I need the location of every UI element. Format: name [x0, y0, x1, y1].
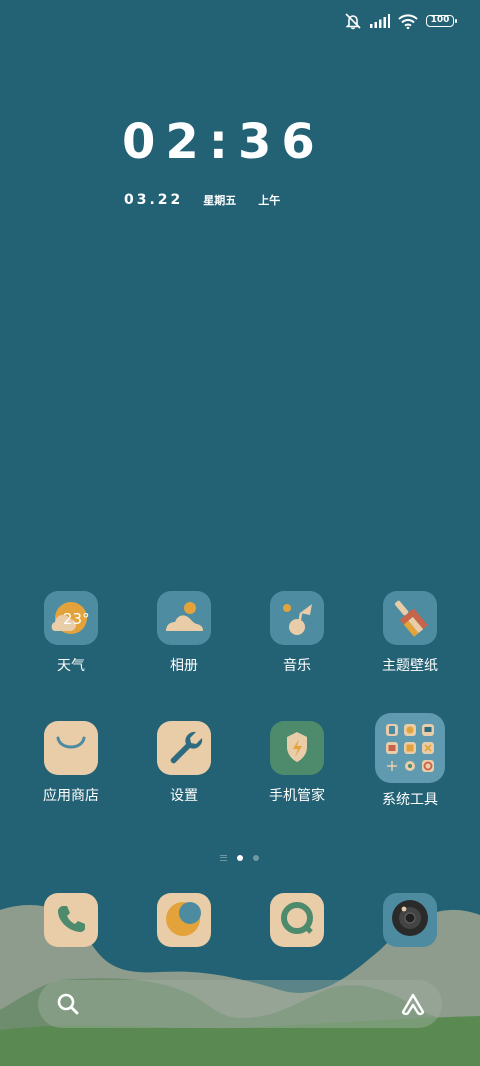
app-settings[interactable]: 设置: [139, 721, 229, 805]
gallery-icon: [157, 591, 211, 645]
app-label: 主题壁纸: [382, 658, 438, 674]
app-music[interactable]: 音乐: [252, 591, 342, 675]
app-label: 相册: [170, 658, 198, 674]
clock-ampm: 上午: [258, 194, 281, 207]
dock-camera[interactable]: [383, 893, 437, 947]
folder-icon: [375, 713, 445, 783]
page-indicator[interactable]: [220, 855, 259, 861]
app-label: 系统工具: [382, 792, 438, 808]
weather-icon: 23°: [44, 591, 98, 645]
signal-icon: [370, 14, 390, 28]
app-label: 天气: [57, 658, 85, 674]
feed-page-icon[interactable]: [220, 855, 227, 861]
wifi-icon: [398, 13, 418, 29]
app-themes[interactable]: 主题壁纸: [365, 591, 455, 675]
music-icon: [270, 591, 324, 645]
mute-bell-icon: [344, 12, 362, 30]
clock-weekday: 星期五: [203, 194, 237, 207]
assistant-icon[interactable]: [400, 992, 426, 1020]
battery-icon: 100: [426, 15, 457, 27]
app-weather[interactable]: 23° 天气: [26, 591, 116, 675]
dock-messages[interactable]: [270, 893, 324, 947]
messages-icon: [277, 898, 317, 942]
status-bar: 100: [344, 10, 457, 32]
weather-temperature: 23°: [63, 610, 90, 628]
app-gallery[interactable]: 相册: [139, 591, 229, 675]
search-bar[interactable]: [38, 980, 442, 1028]
browser-moon-icon: [161, 895, 207, 945]
page-dot[interactable]: [253, 855, 259, 861]
app-label: 应用商店: [43, 788, 99, 804]
battery-level: 100: [430, 15, 450, 25]
clock-date: 03.22: [124, 192, 184, 208]
phone-icon: [53, 900, 89, 940]
clock-time[interactable]: 02:36: [122, 112, 325, 172]
app-label: 设置: [170, 788, 198, 804]
app-store[interactable]: 应用商店: [26, 721, 116, 805]
theme-brush-icon: [383, 591, 437, 645]
app-label: 音乐: [283, 658, 311, 674]
app-label: 手机管家: [269, 788, 325, 804]
date-row: 03.22 星期五 上午: [124, 192, 280, 208]
wrench-settings-icon: [157, 721, 211, 775]
camera-icon: [388, 896, 432, 944]
security-shield-icon: [270, 721, 324, 775]
dock-phone[interactable]: [44, 893, 98, 947]
app-store-bag-icon: [44, 721, 98, 775]
page-dot-active[interactable]: [237, 855, 243, 861]
search-icon[interactable]: [56, 992, 80, 1020]
dock-browser[interactable]: [157, 893, 211, 947]
app-folder-system-tools[interactable]: 系统工具: [365, 713, 455, 809]
app-phone-manager[interactable]: 手机管家: [252, 721, 342, 805]
